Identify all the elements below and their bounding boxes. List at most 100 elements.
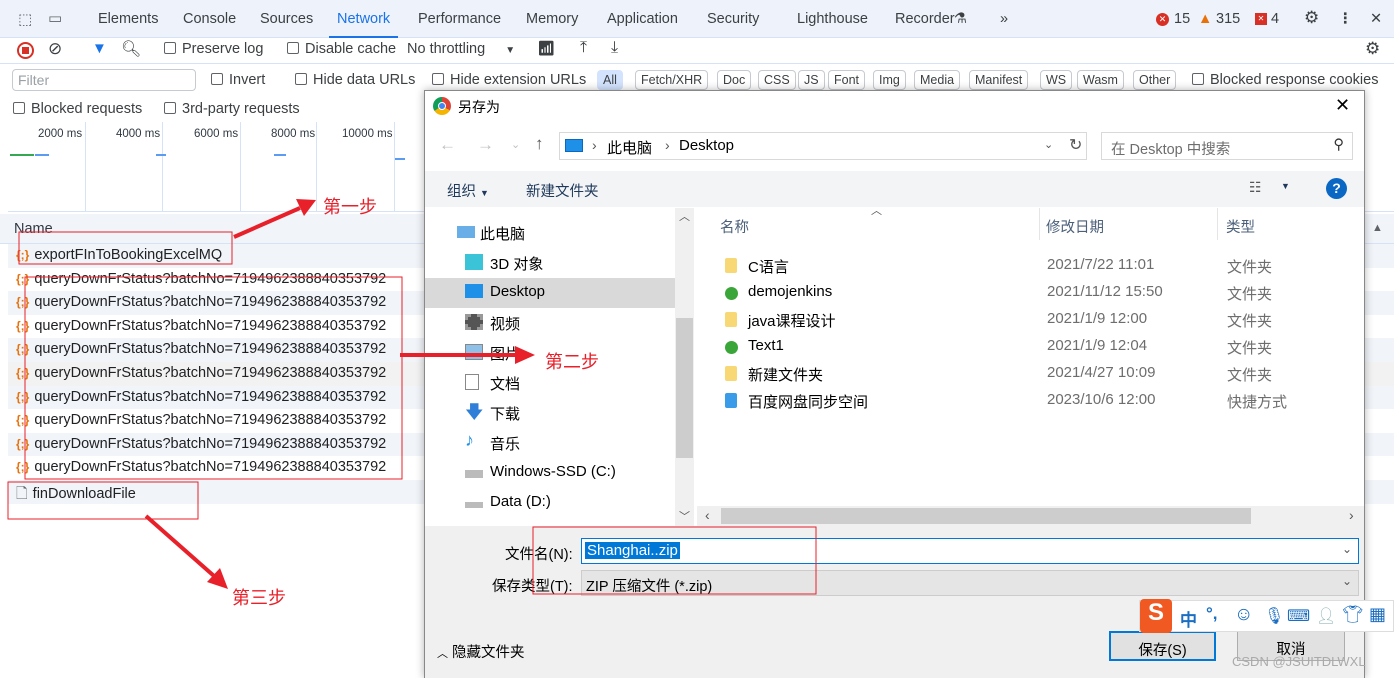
more-menu-icon[interactable]: ⋮: [1338, 11, 1353, 27]
nav-scrollbar-thumb[interactable]: [676, 318, 693, 458]
scroll-up-icon[interactable]: ︿: [679, 208, 690, 224]
horizontal-scrollbar-thumb[interactable]: [721, 508, 1251, 524]
tab-application[interactable]: Application: [607, 11, 678, 27]
address-dropdown-icon[interactable]: ⌄: [1044, 138, 1053, 151]
user-icon[interactable]: 👤︎: [1316, 606, 1336, 626]
organize-menu[interactable]: 组织 ▼: [447, 180, 489, 201]
view-options-icon[interactable]: ☷: [1249, 179, 1262, 196]
network-settings-gear-icon[interactable]: ⚙: [1365, 39, 1380, 59]
tab-console[interactable]: Console: [183, 11, 236, 27]
nav-item-videos[interactable]: 视频: [425, 308, 675, 338]
type-filter-img[interactable]: Img: [873, 70, 906, 90]
invert-checkbox[interactable]: Invert: [211, 72, 265, 88]
save-button[interactable]: 保存(S): [1109, 631, 1216, 661]
throttling-select[interactable]: No throttling ▼: [407, 41, 515, 57]
breadcrumb-this-pc[interactable]: 此电脑: [607, 137, 652, 158]
type-filter-css[interactable]: CSS: [758, 70, 796, 90]
nav-item-music[interactable]: ♪ 音乐: [425, 428, 675, 458]
ime-mode[interactable]: 中: [1180, 606, 1197, 631]
breadcrumb-desktop[interactable]: Desktop: [679, 137, 734, 154]
column-header-type[interactable]: 类型: [1226, 216, 1255, 237]
type-filter-fetch-xhr[interactable]: Fetch/XHR: [635, 70, 709, 90]
type-filter-ws[interactable]: WS: [1040, 70, 1073, 90]
file-row[interactable]: Text1 2021/1/9 12:04 文件夹: [697, 333, 1337, 360]
scroll-down-icon[interactable]: ﹀: [679, 508, 690, 524]
search-desktop-input[interactable]: 在 Desktop 中搜索 ⚲: [1101, 132, 1353, 160]
nav-item-downloads[interactable]: 🡇 下载: [425, 398, 675, 428]
tab-elements[interactable]: Elements: [98, 11, 158, 27]
ime-punctuation[interactable]: °,: [1206, 604, 1218, 624]
warning-count[interactable]: 315: [1216, 11, 1240, 27]
view-dropdown-icon[interactable]: ▼: [1281, 181, 1290, 191]
column-header-name[interactable]: 名称: [720, 216, 749, 237]
forward-arrow-icon[interactable]: →: [477, 135, 494, 155]
tab-performance[interactable]: Performance: [418, 11, 501, 27]
file-row[interactable]: 百度网盘同步空间 2023/10/6 12:00 快捷方式: [697, 387, 1337, 414]
address-bar[interactable]: › 此电脑 › Desktop ⌄: [559, 132, 1087, 160]
close-devtools-icon[interactable]: ✕: [1370, 11, 1382, 27]
hide-extension-urls-checkbox[interactable]: Hide extension URLs: [432, 72, 586, 88]
type-filter-media[interactable]: Media: [914, 70, 961, 90]
network-conditions-wifi-icon[interactable]: 📶︎: [537, 40, 555, 57]
more-tabs-icon[interactable]: »: [1000, 11, 1008, 27]
import-har-upload-icon[interactable]: ⤒: [580, 39, 587, 57]
inspect-element-icon[interactable]: ⬚: [18, 10, 32, 28]
column-header-date[interactable]: 修改日期: [1046, 216, 1104, 237]
nav-item-drive-d[interactable]: Data (D:): [425, 488, 675, 518]
recent-locations-icon[interactable]: ⌄: [511, 138, 520, 151]
filter-funnel-icon[interactable]: ▼: [92, 40, 107, 57]
tab-security[interactable]: Security: [707, 11, 759, 27]
export-har-download-icon[interactable]: ⤓: [611, 39, 618, 57]
skin-shirt-icon[interactable]: 👕︎: [1342, 605, 1364, 625]
horizontal-scrollbar[interactable]: ‹ ›: [697, 506, 1364, 526]
type-filter-other[interactable]: Other: [1133, 70, 1177, 90]
refresh-icon[interactable]: ↻: [1069, 135, 1082, 155]
nav-item-3d-objects[interactable]: 3D 对象: [425, 248, 675, 278]
hide-data-urls-checkbox[interactable]: Hide data URLs: [295, 72, 415, 88]
search-icon[interactable]: 🔍︎: [121, 39, 141, 59]
name-column-header[interactable]: Name: [14, 221, 53, 237]
type-filter-doc[interactable]: Doc: [717, 70, 752, 90]
nav-item-this-pc[interactable]: 此电脑: [425, 218, 675, 248]
filter-input[interactable]: Filter: [12, 69, 196, 91]
type-filter-all[interactable]: All: [597, 70, 623, 90]
toolbox-grid-icon[interactable]: ▦: [1369, 604, 1386, 625]
preserve-log-checkbox[interactable]: Preserve log: [164, 41, 263, 57]
filetype-dropdown-icon[interactable]: ⌄: [1342, 574, 1352, 588]
clear-icon[interactable]: ⊘: [48, 39, 62, 59]
file-row[interactable]: java课程设计 2021/1/9 12:00 文件夹: [697, 306, 1337, 333]
type-filter-font[interactable]: Font: [828, 70, 866, 90]
record-stop-icon[interactable]: [17, 42, 34, 59]
nav-item-drive-c[interactable]: Windows-SSD (C:): [425, 458, 675, 488]
dialog-close-icon[interactable]: ✕: [1335, 95, 1350, 116]
nav-item-desktop[interactable]: Desktop: [425, 278, 675, 308]
tab-sources[interactable]: Sources: [260, 11, 313, 27]
keyboard-icon[interactable]: ⌨: [1287, 606, 1310, 626]
device-toolbar-icon[interactable]: ▭: [48, 9, 62, 27]
file-row[interactable]: 新建文件夹 2021/4/27 10:09 文件夹: [697, 360, 1337, 387]
up-arrow-icon[interactable]: ↑: [535, 134, 544, 154]
file-row[interactable]: C语言 2021/7/22 11:01 文件夹: [697, 252, 1337, 279]
hide-folders-toggle[interactable]: ︿ 隐藏文件夹: [437, 641, 525, 662]
filetype-select[interactable]: ZIP 压缩文件 (*.zip) ⌄: [581, 570, 1359, 596]
disable-cache-checkbox[interactable]: Disable cache: [287, 41, 396, 57]
microphone-icon[interactable]: 🎙︎: [1264, 606, 1284, 626]
filename-dropdown-icon[interactable]: ⌄: [1342, 542, 1352, 556]
tab-memory[interactable]: Memory: [526, 11, 578, 27]
type-filter-wasm[interactable]: Wasm: [1077, 70, 1124, 90]
scroll-left-icon[interactable]: ‹: [705, 507, 710, 523]
sogou-logo-icon[interactable]: S: [1140, 599, 1172, 633]
tab-network[interactable]: Network: [328, 11, 399, 38]
emoji-icon[interactable]: ☺: [1234, 604, 1253, 626]
third-party-requests-checkbox[interactable]: 3rd-party requests: [164, 101, 300, 117]
scroll-right-icon[interactable]: ›: [1349, 507, 1354, 523]
blocked-response-cookies-checkbox[interactable]: Blocked response cookies: [1192, 72, 1378, 88]
filename-input[interactable]: Shanghai..zip ⌄: [581, 538, 1359, 564]
nav-scrollbar[interactable]: ︿ ﹀: [675, 208, 694, 526]
tab-lighthouse[interactable]: Lighthouse: [797, 11, 868, 27]
issues-count[interactable]: 4: [1271, 11, 1279, 27]
settings-gear-icon[interactable]: ⚙: [1304, 8, 1319, 28]
type-filter-manifest[interactable]: Manifest: [969, 70, 1029, 90]
type-filter-js[interactable]: JS: [798, 70, 825, 90]
tab-recorder[interactable]: Recorder: [895, 11, 955, 27]
